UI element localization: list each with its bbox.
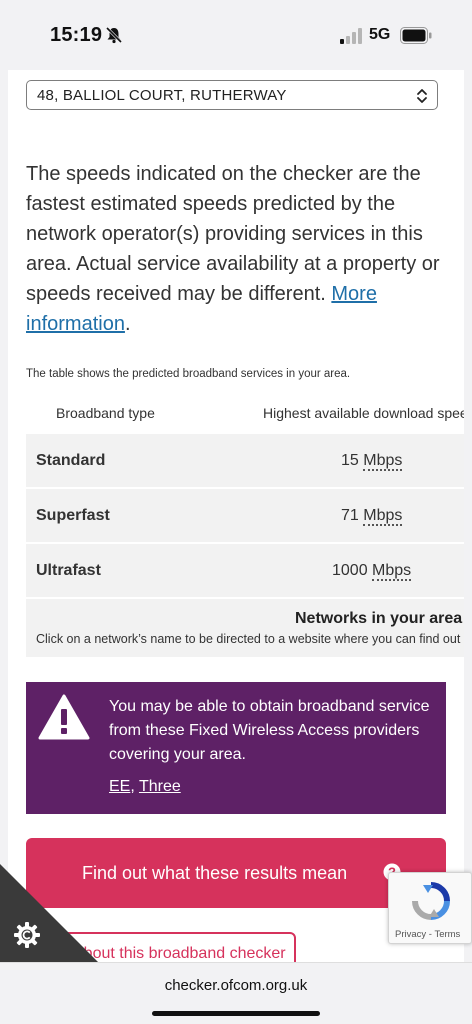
provider-link-ee[interactable]: EE [109, 778, 130, 795]
terms-link[interactable]: Terms [434, 929, 460, 940]
broadband-type: Ultrafast [36, 562, 101, 579]
chevron-up-down-icon [417, 89, 427, 103]
signal-icon [340, 28, 362, 44]
speed-disclaimer: The speeds indicated on the checker are … [26, 159, 456, 339]
table-caption: The table shows the predicted broadband … [26, 368, 351, 380]
url-text[interactable]: checker.ofcom.org.uk [0, 977, 472, 994]
download-speed: 15 Mbps [341, 452, 403, 471]
warning-icon [38, 694, 90, 740]
download-speed: 71 Mbps [341, 507, 403, 526]
results-button-label: Find out what these results mean [82, 863, 348, 883]
page-content: 48, BALLIOL COURT, RUTHERWAY The speeds … [8, 70, 464, 970]
recaptcha-badge[interactable]: Privacy - Terms [388, 872, 472, 944]
table-row-superfast: Superfast 71 Mbps [26, 489, 464, 542]
disclaimer-text: The speeds indicated on the checker are … [26, 163, 440, 305]
networks-hint: Click on a network’s name to be directed… [36, 632, 464, 646]
fwa-message: You may be able to obtain broadband serv… [109, 698, 430, 763]
broadband-type: Superfast [36, 507, 110, 524]
provider-link-three[interactable]: Three [139, 778, 181, 795]
column-header-type: Broadband type [56, 405, 155, 421]
speed-unit[interactable]: Mbps [363, 452, 403, 471]
speed-unit[interactable]: Mbps [372, 562, 412, 581]
fixed-wireless-notice: You may be able to obtain broadband serv… [26, 682, 446, 814]
networks-section: Networks in your area Click on a network… [26, 599, 464, 657]
status-bar: 15:19 5G [0, 0, 472, 70]
disclaimer-period: . [124, 313, 131, 335]
about-button-label: About this broadband checker [73, 945, 286, 962]
clock: 15:19 [50, 24, 103, 46]
speed-unit[interactable]: Mbps [363, 507, 403, 526]
privacy-link[interactable]: Privacy [395, 929, 426, 940]
address-select[interactable]: 48, BALLIOL COURT, RUTHERWAY [26, 80, 438, 110]
home-indicator[interactable] [152, 1011, 320, 1016]
network-type: 5G [369, 26, 391, 43]
address-select-value: 48, BALLIOL COURT, RUTHERWAY [37, 87, 287, 104]
bell-off-icon [105, 26, 123, 44]
fwa-provider-links: EE, Three [109, 778, 181, 795]
table-row-standard: Standard 15 Mbps [26, 434, 464, 487]
browser-url-bar[interactable]: checker.ofcom.org.uk [0, 962, 472, 1024]
battery-icon [400, 27, 432, 44]
broadband-type: Standard [36, 452, 106, 469]
column-header-speed: Highest available download speed [263, 405, 464, 421]
networks-title: Networks in your area [295, 610, 463, 627]
table-row-ultrafast: Ultrafast 1000 Mbps [26, 544, 464, 597]
recaptcha-links: Privacy - Terms [395, 929, 461, 940]
gear-icon[interactable] [12, 920, 42, 950]
download-speed: 1000 Mbps [332, 562, 412, 581]
recaptcha-logo-icon [412, 882, 450, 920]
